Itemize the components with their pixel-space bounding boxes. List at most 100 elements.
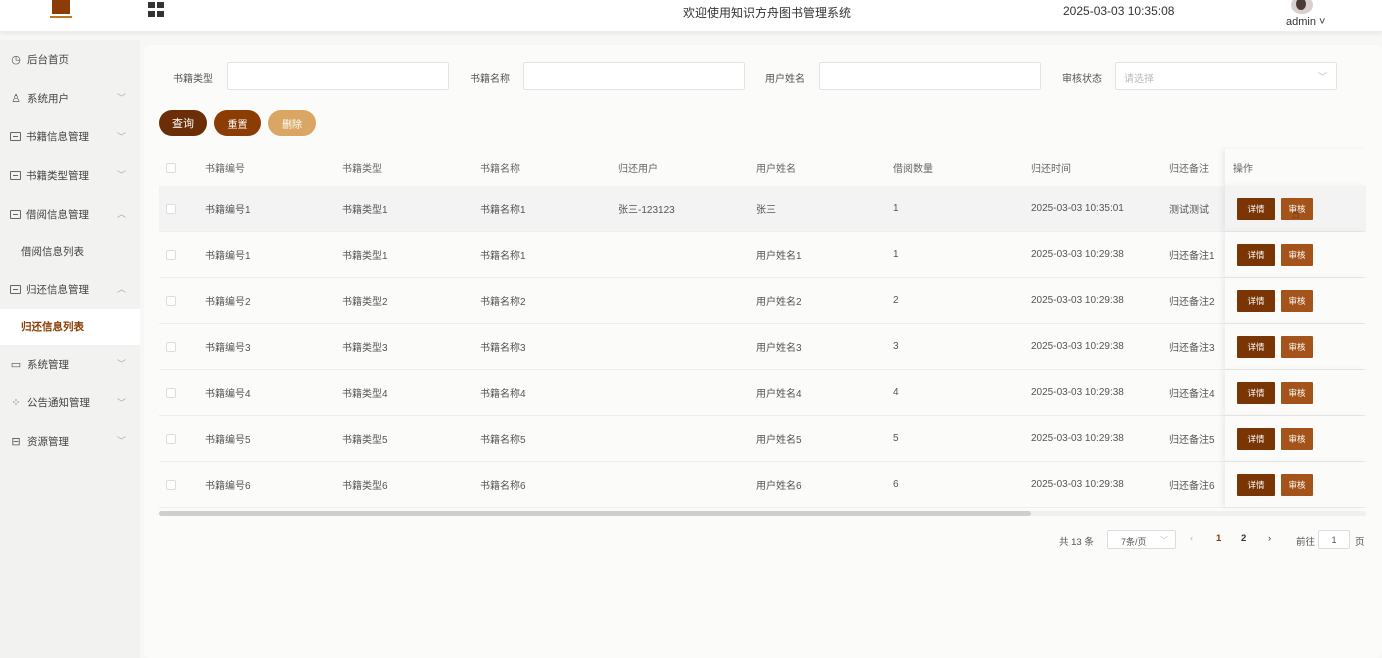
column-header: 用户姓名 (756, 164, 796, 175)
table-cell: 归还备注6 (1169, 481, 1215, 492)
sidebar-item-home[interactable]: ◷ 后台首页 (0, 40, 140, 79)
sidebar-item-notices[interactable]: ⁘ 公告通知管理 ﹀ (0, 384, 140, 423)
sidebar-item-return-info[interactable]: 归还信息管理 ︿ (0, 270, 140, 309)
table-cell: 书籍类型1 (342, 251, 388, 262)
goto-page-input[interactable]: 1 (1318, 530, 1350, 549)
table-cell: 归还备注1 (1169, 251, 1215, 262)
reset-button[interactable]: 重置 (214, 110, 261, 136)
operations-cell: 详情 审核 (1225, 278, 1366, 323)
row-checkbox[interactable] (166, 249, 176, 260)
row-checkbox[interactable] (166, 203, 176, 214)
row-checkbox[interactable] (166, 387, 176, 398)
sidebar-subitem-return-list[interactable]: 归还信息列表 (0, 308, 140, 345)
detail-button[interactable]: 详情 (1237, 290, 1275, 312)
user-name-input[interactable] (819, 62, 1041, 90)
sidebar-item-label: 系统用户 (27, 92, 69, 105)
row-checkbox[interactable] (166, 341, 176, 352)
chevron-down-icon: ﹀ (117, 92, 127, 103)
page-number-2[interactable]: 2 (1241, 533, 1246, 544)
audit-button[interactable]: 审核 (1281, 244, 1313, 266)
chevron-up-icon: ︿ (117, 209, 127, 220)
table-cell: 书籍类型3 (342, 343, 388, 354)
table-cell: 书籍名称4 (480, 389, 526, 400)
content-panel: 书籍类型 书籍名称 用户姓名 审核状态 请选择 ﹀ 查询 重置 删除 书籍编号 … (144, 45, 1382, 658)
sidebar-item-book-type[interactable]: 书籍类型管理 ﹀ (0, 156, 140, 195)
page-size-select[interactable]: 7条/页 ﹀ (1107, 530, 1176, 549)
prev-page-button[interactable]: ‹ (1190, 533, 1193, 544)
table-cell: 书籍编号4 (205, 389, 251, 400)
table-cell: 书籍编号1 (205, 205, 251, 216)
book-name-input[interactable] (523, 62, 745, 90)
row-checkbox[interactable] (166, 479, 176, 490)
user-menu[interactable]: admin ˅ (1286, 16, 1325, 28)
sparkle-icon: ⁘ (11, 397, 21, 410)
horizontal-scrollbar[interactable] (159, 511, 1366, 516)
next-page-button[interactable]: › (1268, 533, 1271, 544)
sidebar-item-label: 归还信息管理 (26, 283, 89, 296)
status-select[interactable]: 请选择 ﹀ (1115, 62, 1337, 90)
select-all-checkbox[interactable] (166, 162, 176, 173)
table-cell: 2025-03-03 10:35:01 (1031, 203, 1124, 214)
table-cell: 用户姓名3 (756, 343, 802, 354)
table-cell: 书籍类型6 (342, 481, 388, 492)
table-row: 书籍编号1 书籍类型1 书籍名称1 张三-123123 张三 1 2025-03-03 10… (159, 186, 1366, 232)
page-number-1[interactable]: 1 (1216, 533, 1221, 544)
chevron-down-icon: ﹀ (117, 397, 127, 408)
table-cell: 5 (893, 433, 899, 444)
detail-button[interactable]: 详情 (1237, 336, 1275, 358)
table-cell: 书籍编号3 (205, 343, 251, 354)
table-row: 书籍编号5 书籍类型5 书籍名称5 用户姓名5 5 2025-03-03 10:29:38… (159, 416, 1366, 462)
page-suffix: 页 (1355, 537, 1365, 548)
system-title: 欢迎使用知识方舟图书管理系统 (682, 6, 851, 20)
filter-label-book-name: 书籍名称 (470, 74, 510, 85)
avatar[interactable] (1291, 0, 1313, 14)
detail-button[interactable]: 详情 (1237, 382, 1275, 404)
detail-button[interactable]: 详情 (1237, 198, 1275, 220)
table-row: 书籍编号4 书籍类型4 书籍名称4 用户姓名4 4 2025-03-03 10:29:38… (159, 370, 1366, 416)
status-placeholder: 请选择 (1124, 74, 1154, 85)
operations-cell: 详情 审核 (1225, 416, 1366, 461)
table-cell: 1 (893, 249, 899, 260)
audit-button[interactable]: 审核 (1281, 290, 1313, 312)
table-cell: 2025-03-03 10:29:38 (1031, 433, 1124, 444)
audit-button[interactable]: 审核 (1281, 382, 1313, 404)
box-icon (10, 132, 21, 142)
table-cell: 3 (893, 341, 899, 352)
table-cell: 2025-03-03 10:29:38 (1031, 249, 1124, 260)
sidebar-item-label: 公告通知管理 (27, 397, 90, 410)
table-cell: 4 (893, 387, 899, 398)
table-cell: 书籍名称3 (480, 343, 526, 354)
row-checkbox[interactable] (166, 433, 176, 444)
sidebar-item-system-management[interactable]: ▭ 系统管理 ﹀ (0, 345, 140, 384)
audit-button[interactable]: 审核 (1281, 474, 1313, 496)
scrollbar-thumb[interactable] (159, 511, 1031, 516)
sidebar-item-book-info[interactable]: 书籍信息管理 ﹀ (0, 118, 140, 157)
audit-button[interactable]: 审核 (1281, 428, 1313, 450)
column-header: 书籍编号 (205, 164, 245, 175)
mouse-cursor-icon: ☝ (1292, 206, 1300, 221)
detail-button[interactable]: 详情 (1237, 244, 1275, 266)
sidebar-subitem-borrow-list[interactable]: 借阅信息列表 (0, 234, 140, 270)
audit-button[interactable]: 审核 (1281, 336, 1313, 358)
sidebar-item-resources[interactable]: ⊟ 资源管理 ﹀ (0, 422, 140, 461)
chevron-up-icon: ︿ (117, 283, 127, 294)
table-cell: 书籍编号6 (205, 481, 251, 492)
menu-grid-icon[interactable] (148, 2, 164, 17)
table-cell: 书籍名称5 (480, 435, 526, 446)
detail-button[interactable]: 详情 (1237, 474, 1275, 496)
table-cell: 书籍名称6 (480, 481, 526, 492)
table-cell: 书籍名称1 (480, 251, 526, 262)
return-table: 书籍编号 书籍类型 书籍名称 归还用户 用户姓名 借阅数量 归还时间 归还备注 … (159, 149, 1366, 508)
row-checkbox[interactable] (166, 295, 176, 306)
query-button[interactable]: 查询 (159, 110, 207, 136)
book-type-input[interactable] (227, 62, 449, 90)
table-cell: 用户姓名2 (756, 297, 802, 308)
detail-button[interactable]: 详情 (1237, 428, 1275, 450)
sidebar-item-system-users[interactable]: ♙ 系统用户 ﹀ (0, 79, 140, 118)
sidebar-item-borrow-info[interactable]: 借阅信息管理 ︿ (0, 195, 140, 234)
delete-button[interactable]: 删除 (268, 110, 316, 136)
page-size-value: 7条/页 (1121, 537, 1147, 547)
folder-icon: ▭ (10, 358, 22, 371)
box-icon (10, 171, 21, 181)
chevron-down-icon: ﹀ (1317, 72, 1327, 82)
